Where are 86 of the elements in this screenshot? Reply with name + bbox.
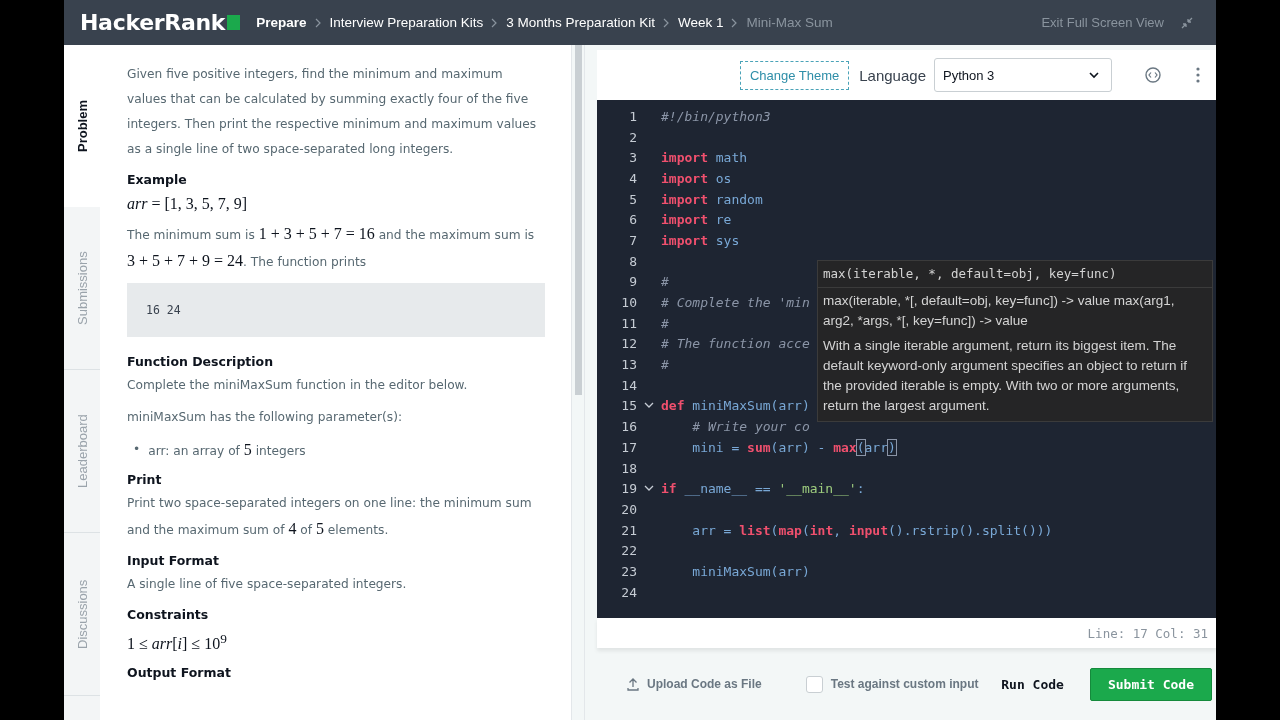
scrollbar[interactable] <box>574 45 582 395</box>
line-number: 18 <box>620 460 637 476</box>
code-line: import sys <box>661 232 740 248</box>
upload-code-button[interactable]: Upload Code as File <box>621 676 768 692</box>
code-line: import os <box>661 170 732 186</box>
code-line: if __name__ == '__main__': <box>661 481 865 497</box>
line-number: 13 <box>620 357 637 373</box>
chevron-right-icon <box>491 17 499 28</box>
caret-icon <box>1089 71 1099 79</box>
line-number: 1 <box>628 108 637 124</box>
section-heading: Print <box>127 471 163 489</box>
section-heading: Function Description <box>127 353 275 371</box>
line-number: 5 <box>628 191 637 207</box>
checkbox-label: Test against custom input <box>830 677 979 691</box>
logo[interactable]: HackerRank <box>80 10 241 35</box>
code-block: 16 24 <box>127 283 545 337</box>
fold-chevron-icon[interactable] <box>644 485 654 493</box>
fold-chevron-icon[interactable] <box>644 402 654 410</box>
section-heading: Input Format <box>127 552 220 570</box>
code-line: #!/bin/python3 <box>661 108 771 124</box>
line-number: 3 <box>628 150 637 166</box>
line-number: 23 <box>620 563 637 579</box>
language-dropdown[interactable]: Python 3 <box>934 58 1112 92</box>
chevron-right-icon <box>314 17 322 28</box>
code-line: # <box>661 274 669 290</box>
line-number: 8 <box>628 253 637 269</box>
description-text: With a single iterable argument, return its biggest item. The default keyword-only argument specifies an object to return if the provided iterable is empty. With two or more arguments, return the largest argument. <box>822 337 1188 415</box>
line-number: 11 <box>620 315 637 331</box>
line-number: 6 <box>628 212 637 228</box>
breadcrumb-link[interactable]: Week 1 <box>677 15 724 30</box>
math-formula: 1 ≤ arr[i] ≤ 10$^{9}$ <box>127 635 227 653</box>
line-number: 21 <box>620 522 637 538</box>
code-editor[interactable] <box>597 100 1216 618</box>
bullet-marker: • <box>133 441 141 458</box>
collapse-icon[interactable] <box>1180 15 1194 30</box>
line-number: 9 <box>628 274 637 290</box>
line-number: 15 <box>620 398 637 414</box>
section-heading: Output Format <box>127 664 232 683</box>
paragraph: Complete the miniMaxSum function in the editor below. <box>127 377 469 394</box>
line-number: 17 <box>620 439 637 455</box>
math-formula: arr = [1, 3, 5, 7, 9] <box>127 195 248 212</box>
paragraph: Print two space-separated integers on one line: the minimum sum and the maximum sum of 4 of 5 elements. <box>127 495 533 539</box>
function-signature: max(iterable, *, default=obj, key=func) <box>818 261 1212 288</box>
code-line: # <box>661 357 669 373</box>
code-line: # Complete the 'min <box>661 295 810 311</box>
section-heading: Constraints <box>127 606 210 624</box>
code-line: arr = list(map(int, input().rstrip().split())) <box>691 522 1053 538</box>
cursor-position: Line: 17 Col: 31 <box>597 618 1216 648</box>
code-line: # The function acce <box>661 336 810 352</box>
code-line: import re <box>661 212 732 228</box>
usage-text: max(iterable, *[, default=obj, key=func]) -> value max(arg1, arg2, *args, *[, key=func]) -> value <box>822 292 1176 330</box>
chevron-right-icon <box>731 17 739 28</box>
section-heading: Example <box>127 171 188 189</box>
line-number: 12 <box>620 336 637 352</box>
upload-icon <box>627 677 639 691</box>
breadcrumb-link[interactable]: Interview Preparation Kits <box>329 15 484 30</box>
line-number: 24 <box>620 584 637 600</box>
code-line: miniMaxSum(arr) <box>691 563 810 579</box>
line-number: 2 <box>628 129 637 145</box>
history-icon[interactable] <box>1144 66 1162 84</box>
code-line: import random <box>661 191 763 207</box>
paragraph: A single line of five space-separated integers. <box>127 576 408 593</box>
line-number: 7 <box>628 232 637 248</box>
more-icon[interactable] <box>1196 67 1200 83</box>
list-item: arr: an array of 5 integers <box>148 440 306 460</box>
checkbox[interactable] <box>805 675 823 693</box>
code-line: # Write your co <box>691 419 810 435</box>
line-number: 16 <box>620 419 637 435</box>
line-number: 19 <box>620 481 637 497</box>
line-number: 22 <box>620 543 637 559</box>
paragraph: Given five positive integers, find the minimum and maximum values that can be calculated by summing exactly four of the five integers. Then print the respective minimum and maximum values as a single line of two space-separated long integers. <box>127 66 538 158</box>
chevron-right-icon <box>662 17 670 28</box>
line-number: 4 <box>628 170 637 186</box>
line-number: 10 <box>620 295 637 311</box>
line-number: 20 <box>620 501 637 517</box>
code-line: def miniMaxSum(arr) <box>661 398 810 414</box>
side-tab[interactable]: Problem <box>64 45 100 207</box>
line-number: 14 <box>620 377 637 393</box>
breadcrumb-link[interactable]: Prepare <box>256 15 307 30</box>
code-line: import math <box>661 150 748 166</box>
breadcrumb-link[interactable]: 3 Months Preparation Kit <box>506 15 655 30</box>
paragraph: miniMaxSum has the following parameter(s): <box>127 409 404 426</box>
code-line: # <box>661 315 669 331</box>
change-theme-button[interactable]: Change Theme <box>739 60 850 90</box>
language-label: Language <box>859 66 926 84</box>
paragraph: The minimum sum is 1 + 3 + 5 + 7 = 16 and the maximum sum is 3 + 5 + 7 + 9 = 24. The function prints <box>127 224 536 271</box>
